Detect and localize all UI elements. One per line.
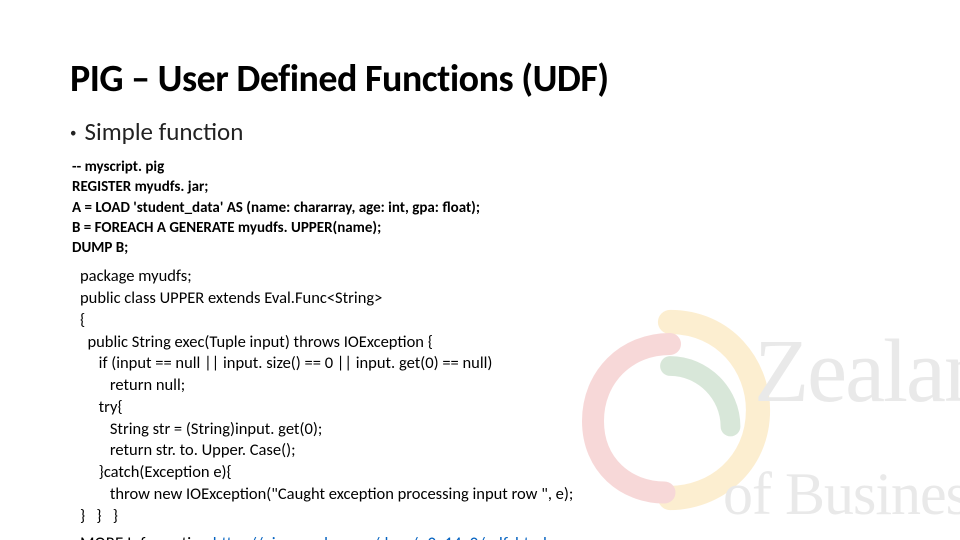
slide-title: PIG – User Defined Functions (UDF): [70, 56, 890, 102]
bullet-dot-icon: •: [70, 126, 76, 141]
slide-content: PIG – User Defined Functions (UDF) • Sim…: [0, 0, 960, 540]
more-info-link[interactable]: http: //pig. apache. org/docs/r 0. 14. 0…: [213, 533, 547, 540]
pig-script-block: -- myscript. pig REGISTER myudfs. jar; A…: [72, 157, 890, 258]
more-info-label: MORE Information: [80, 533, 213, 540]
more-info-line: MORE Information http: //pig. apache. or…: [80, 533, 890, 540]
bullet-text: Simple function: [84, 116, 243, 147]
bullet-item: • Simple function: [70, 116, 890, 147]
java-code-block: package myudfs; public class UPPER exten…: [80, 266, 890, 527]
